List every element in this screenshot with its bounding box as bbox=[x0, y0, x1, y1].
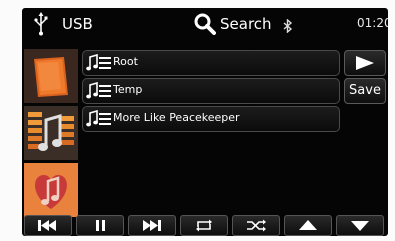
list-item-root[interactable]: Root bbox=[82, 50, 340, 76]
list-item-label: Root bbox=[113, 55, 138, 68]
bluetooth-icon bbox=[282, 18, 294, 34]
save-button[interactable]: Save bbox=[344, 78, 386, 104]
previous-track-icon bbox=[38, 220, 56, 231]
music-list-icon bbox=[86, 109, 112, 128]
usb-icon bbox=[34, 12, 48, 36]
previous-track-button[interactable] bbox=[24, 215, 72, 236]
list-item-label: More Like Peacekeeper bbox=[113, 111, 240, 124]
source-label: USB bbox=[62, 15, 93, 33]
save-label: Save bbox=[349, 83, 381, 98]
list-item-label: Temp bbox=[113, 83, 143, 96]
play-icon bbox=[356, 56, 374, 70]
repeat-button[interactable] bbox=[180, 215, 228, 236]
list-item-temp[interactable]: Temp bbox=[82, 78, 340, 104]
search-icon bbox=[194, 13, 216, 35]
folder-thumbnail[interactable] bbox=[24, 49, 78, 103]
search-label: Search bbox=[220, 15, 272, 33]
clock: 01:20 bbox=[357, 16, 388, 30]
music-heart-thumbnail[interactable] bbox=[24, 163, 78, 217]
scroll-up-icon bbox=[299, 220, 317, 230]
shuffle-icon bbox=[247, 219, 266, 232]
music-list-icon bbox=[86, 81, 112, 100]
repeat-icon bbox=[196, 219, 212, 232]
scroll-down-icon bbox=[351, 221, 369, 231]
head-unit-screen: USB Search 01:20 Root Temp More Like Pea… bbox=[22, 8, 388, 236]
play-button[interactable] bbox=[344, 50, 386, 76]
shuffle-button[interactable] bbox=[232, 215, 280, 236]
music-list-icon bbox=[86, 53, 112, 72]
next-track-icon bbox=[143, 220, 161, 231]
pause-button[interactable] bbox=[76, 215, 124, 236]
top-bar: USB Search 01:20 bbox=[22, 8, 388, 40]
scroll-up-button[interactable] bbox=[284, 215, 332, 236]
next-track-button[interactable] bbox=[128, 215, 176, 236]
pause-icon bbox=[96, 220, 105, 231]
scroll-down-button[interactable] bbox=[336, 215, 384, 236]
music-equalizer-thumbnail[interactable] bbox=[24, 106, 78, 160]
list-item-more-like-peacekeeper[interactable]: More Like Peacekeeper bbox=[82, 106, 340, 132]
